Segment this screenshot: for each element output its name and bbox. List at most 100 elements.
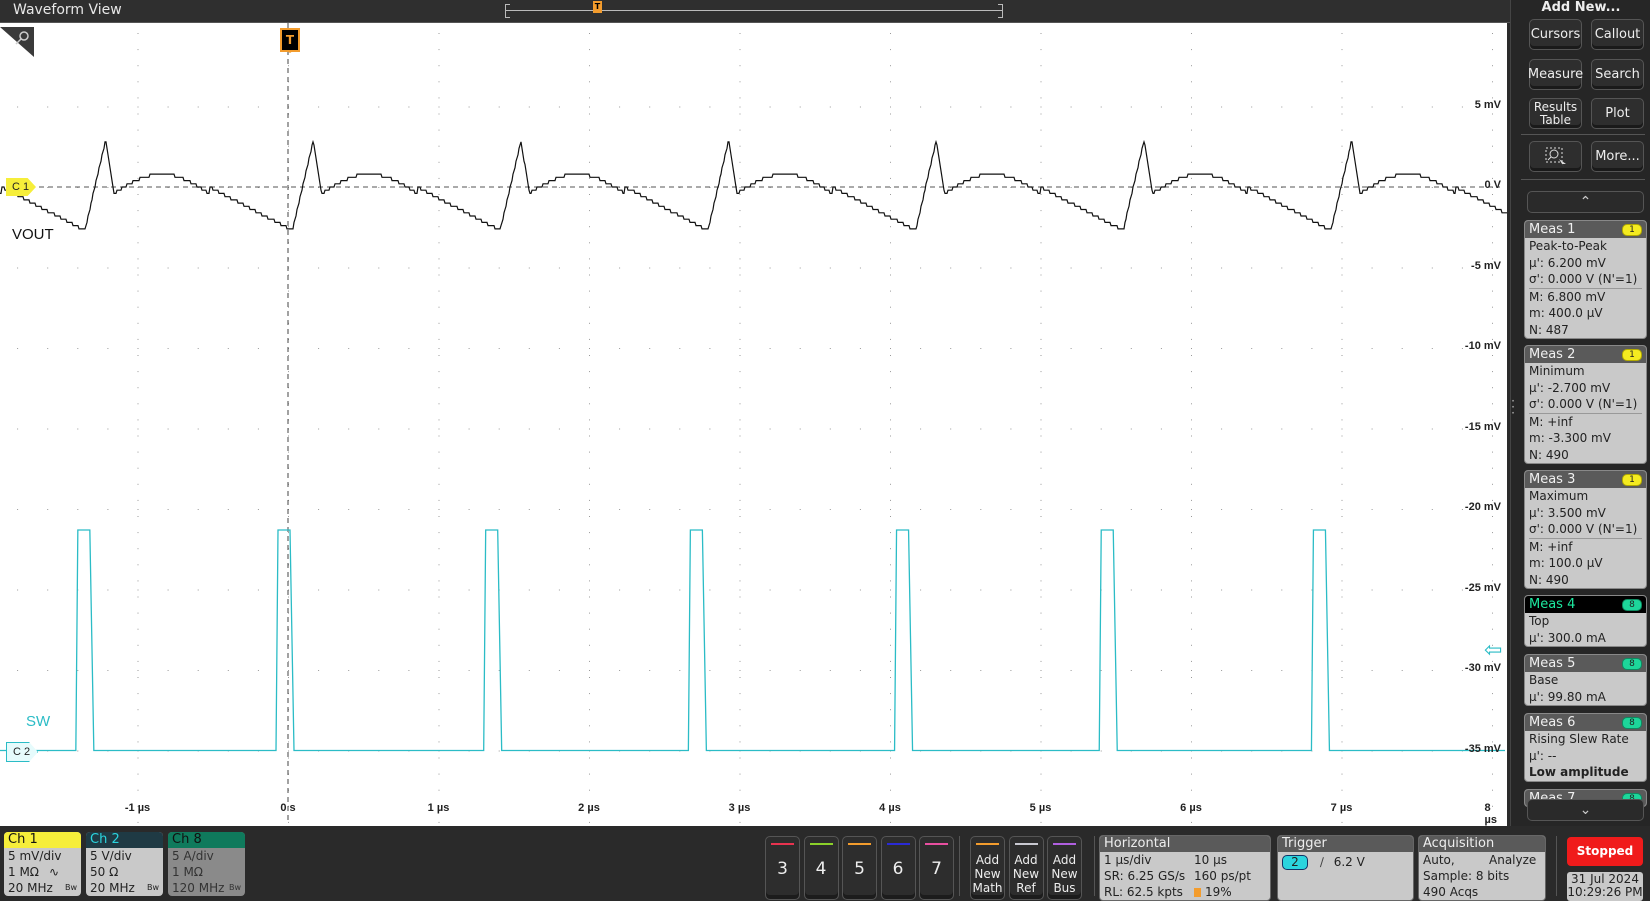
measurement-card[interactable]: Meas 3 1 Maximum µ': 3.500 mV σ': 0.000 V (N… bbox=[1524, 470, 1647, 589]
grid-dot bbox=[1492, 516, 1493, 517]
measurement-card[interactable]: Meas 6 8 Rising Slew Rate µ': -- Low amplitu… bbox=[1524, 713, 1647, 782]
add-new-bus-button[interactable]: Add New Bus bbox=[1047, 836, 1082, 900]
channel-7-button[interactable]: 7 bbox=[919, 836, 954, 900]
grid-dot bbox=[1492, 242, 1493, 244]
y-axis-label: -5 mV bbox=[1471, 259, 1501, 272]
grid-dot bbox=[1341, 403, 1343, 405]
measurement-card[interactable]: Meas 1 1 Peak-to-Peak µ': 6.200 mV σ': 0.000… bbox=[1524, 220, 1647, 339]
channel-1-label: VOUT bbox=[12, 226, 54, 243]
grid-dot bbox=[107, 348, 109, 349]
grid-dot bbox=[890, 821, 891, 823]
channel-impedance-value: 1 MΩ bbox=[172, 865, 203, 879]
channel-3-button[interactable]: 3 bbox=[765, 836, 800, 900]
add-new-math-button[interactable]: Add New Math bbox=[970, 836, 1005, 900]
grid-dot bbox=[589, 49, 590, 51]
grid-dot bbox=[1010, 509, 1012, 510]
grid-dot bbox=[1040, 177, 1042, 179]
measurement-card[interactable]: Meas 2 1 Minimum µ': -2.700 mV σ': 0.000 V (… bbox=[1524, 345, 1647, 464]
grid-dot bbox=[1040, 628, 1042, 630]
bandwidth-limit-icon: Bw bbox=[228, 883, 241, 892]
grid-dot bbox=[890, 660, 891, 662]
run-stop-button[interactable]: Stopped bbox=[1567, 837, 1643, 866]
grid-dot bbox=[739, 670, 741, 671]
grid-dot bbox=[739, 677, 741, 678]
x-axis-label: 8 µs bbox=[1484, 802, 1497, 826]
grid-dot bbox=[1191, 65, 1192, 67]
trigger-position-flag[interactable]: T bbox=[280, 28, 300, 52]
horizontal-settings[interactable]: Horizontal 1 µs/div 10 µs SR: 6.25 GS/s … bbox=[1099, 835, 1271, 901]
acquisition-settings[interactable]: Acquisition Auto, Analyze Sample: 8 bits… bbox=[1418, 835, 1546, 901]
channel-scale-value: 5 mV/div bbox=[8, 849, 62, 863]
grid-dot bbox=[890, 258, 891, 260]
grid-dot bbox=[1401, 267, 1403, 269]
y-axis-label: -25 mV bbox=[1464, 581, 1501, 594]
grid-dot bbox=[1160, 428, 1162, 430]
measurement-card[interactable]: Meas 5 8 Base µ': 99.80 mA bbox=[1524, 654, 1647, 706]
grid-dot bbox=[589, 451, 590, 453]
grid-dot bbox=[1341, 467, 1343, 469]
measurement-card[interactable]: Meas 4 8 Top µ': 300.0 mA bbox=[1524, 595, 1647, 647]
grid-dot bbox=[348, 428, 350, 430]
x-axis-label: 6 µs bbox=[1180, 802, 1202, 814]
grid-dot bbox=[589, 596, 590, 598]
grid-dot bbox=[468, 509, 470, 510]
record-overview-bar[interactable]: T bbox=[505, 1, 1003, 18]
grid-dot bbox=[1401, 670, 1403, 671]
grid-dot bbox=[679, 589, 681, 591]
cursors-button[interactable]: Cursors bbox=[1529, 19, 1582, 50]
results-table-button[interactable]: Results Table bbox=[1529, 98, 1582, 129]
grid-dot bbox=[1221, 348, 1223, 349]
grid-dot bbox=[589, 428, 590, 430]
grid-dot bbox=[1010, 267, 1012, 269]
trigger-settings[interactable]: Trigger 2 ∕ 6.2 V bbox=[1277, 835, 1414, 901]
channel-8-settings[interactable]: Ch 85 A/div 1 MΩ 120 MHz Bw bbox=[168, 832, 245, 896]
grid-dot bbox=[137, 628, 139, 630]
bar-divider bbox=[959, 836, 960, 896]
grid-dot bbox=[257, 106, 259, 108]
zoom-corner-icon[interactable] bbox=[0, 27, 34, 57]
resolution: 160 ps/pt bbox=[1194, 869, 1251, 883]
search-button[interactable]: Search bbox=[1591, 59, 1644, 90]
grid-dot bbox=[739, 403, 741, 405]
grid-dot bbox=[438, 741, 440, 743]
channel-5-button[interactable]: 5 bbox=[842, 836, 877, 900]
grid-dot bbox=[1341, 33, 1343, 34]
grid-dot bbox=[1191, 194, 1192, 195]
channel-8-offset-arrow-icon[interactable]: ⇦ bbox=[1484, 640, 1502, 662]
channel-6-button[interactable]: 6 bbox=[880, 836, 916, 900]
grid-dot bbox=[589, 709, 590, 711]
plot-button[interactable]: Plot bbox=[1591, 98, 1644, 129]
zoom-select-button[interactable] bbox=[1529, 141, 1582, 172]
grid-dot bbox=[589, 129, 590, 131]
grid-dot bbox=[619, 348, 621, 349]
grid-dot bbox=[859, 428, 861, 430]
x-axis-label: 2 µs bbox=[578, 802, 600, 814]
grid-dot bbox=[438, 757, 440, 759]
grid-dot bbox=[137, 709, 139, 711]
more-button[interactable]: More... bbox=[1591, 141, 1644, 172]
grid-dot bbox=[1431, 670, 1433, 671]
grid-dot bbox=[739, 451, 741, 453]
scroll-up-button[interactable]: ⌃ bbox=[1527, 191, 1644, 213]
panel-resize-handle[interactable]: · · · bbox=[1510, 395, 1516, 419]
grid-dot bbox=[227, 509, 229, 510]
channel-1-settings[interactable]: Ch 15 mV/div 1 MΩ ∿ 20 MHz Bw bbox=[4, 832, 81, 896]
scroll-down-button[interactable]: ⌄ bbox=[1527, 799, 1644, 821]
channel-4-button[interactable]: 4 bbox=[803, 836, 839, 900]
callout-button[interactable]: Callout bbox=[1591, 19, 1644, 50]
grid-dot bbox=[1281, 589, 1283, 591]
measure-button[interactable]: Measure bbox=[1528, 59, 1583, 90]
grid-dot bbox=[1040, 106, 1042, 108]
grid-dot bbox=[1281, 670, 1283, 671]
grid-dot bbox=[739, 49, 741, 51]
grid-dot bbox=[408, 670, 410, 671]
grid-dot bbox=[408, 267, 410, 269]
grid-dot bbox=[528, 106, 530, 108]
grid-dot bbox=[1040, 113, 1042, 115]
waveform-plot[interactable]: T 5 mV 0 V -5 mV -10 mV -15 mV -20 mV -25 mV -3… bbox=[0, 23, 1507, 826]
grid-dot bbox=[1341, 509, 1343, 510]
add-new-ref-button[interactable]: Add New Ref bbox=[1008, 836, 1044, 900]
channel-2-settings[interactable]: Ch 25 V/div 50 Ω 20 MHz Bw bbox=[86, 832, 163, 896]
grid-dot bbox=[859, 509, 861, 510]
grid-dot bbox=[1492, 387, 1493, 389]
